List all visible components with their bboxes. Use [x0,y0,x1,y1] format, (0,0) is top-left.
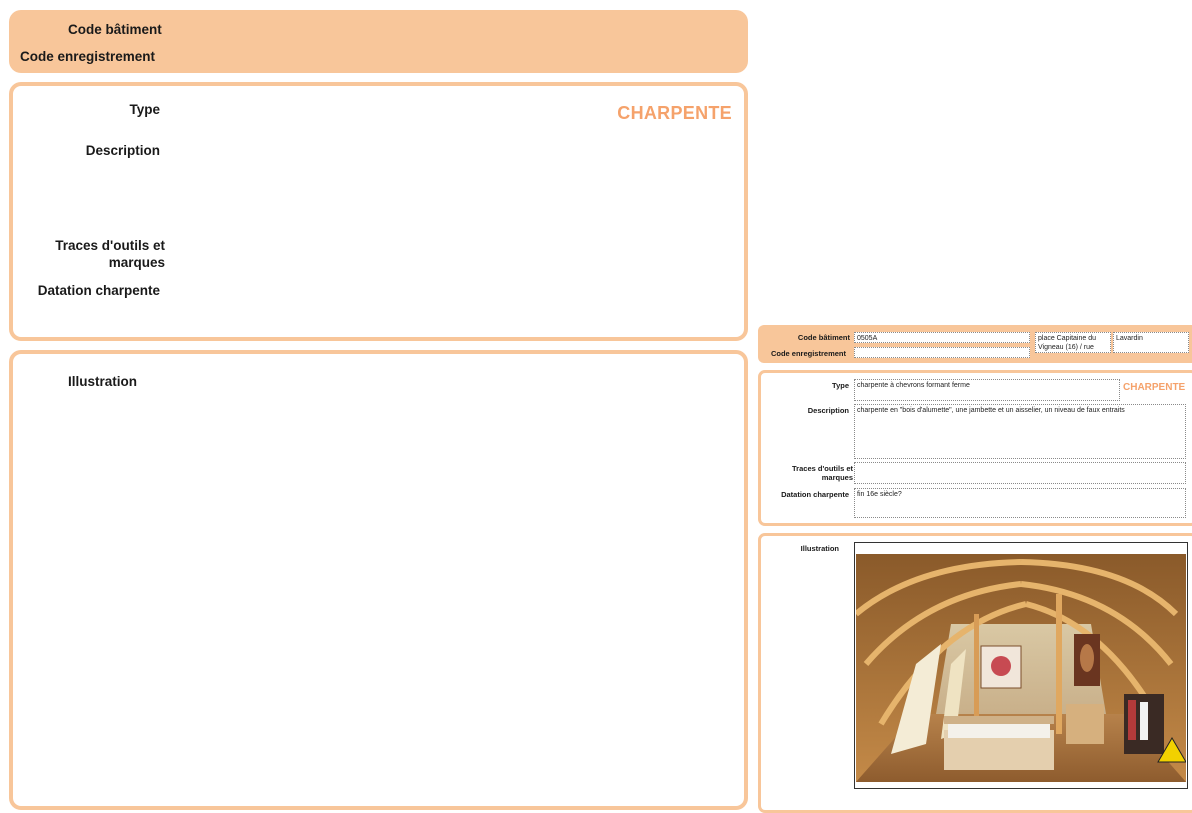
template-illustration-panel: Illustration [9,350,748,810]
filled-code-enregistrement-label: Code enregistrement [770,349,846,358]
filled-type-label: Type [832,381,849,390]
filled-traces-label-line2: marques [821,473,853,482]
filled-description-label: Description [807,406,849,415]
code-enregistrement-field[interactable] [854,347,1030,358]
address-field[interactable]: place Capitaine du Vigneau (16) / rue [1035,332,1111,353]
template-datation-label: Datation charpente [37,283,160,298]
filled-illustration-panel: Illustration [758,533,1192,813]
description-field[interactable]: charpente en "bois d'alumette", une jamb… [854,404,1186,459]
filled-code-batiment-label: Code bâtiment [797,333,850,342]
commune-field[interactable]: Lavardin [1113,332,1189,353]
template-illustration-label: Illustration [68,374,138,389]
filled-traces-label: Traces d'outils et marques [761,464,853,482]
traces-field[interactable] [854,462,1186,484]
template-description-label: Description [85,143,160,158]
filled-details-panel: Type charpente à chevrons formant ferme … [758,370,1192,526]
filled-category-title: CHARPENTE [1123,382,1186,393]
template-traces-label-line2: marques [108,255,165,270]
template-code-batiment-label: Code bâtiment [68,22,162,37]
illustration-frame[interactable] [854,542,1188,789]
template-traces-label-line1: Traces d'outils et [55,238,165,253]
template-code-enregistrement-label: Code enregistrement [20,49,156,64]
filled-traces-label-line1: Traces d'outils et [792,464,853,473]
datation-field[interactable]: fin 16e siècle? [854,488,1186,518]
template-traces-label: Traces d'outils et marques [5,237,165,271]
code-batiment-field[interactable]: 0505A [854,332,1030,343]
type-field[interactable]: charpente à chevrons formant ferme [854,379,1120,401]
template-category-title: CHARPENTE [617,103,732,123]
template-header-band: Code bâtiment Code enregistrement [9,10,748,73]
template-type-label: Type [129,102,160,117]
filled-illustration-label: Illustration [800,544,839,553]
filled-header-band: Code bâtiment 0505A place Capitaine du V… [758,325,1192,363]
template-details-panel: Type CHARPENTE Description Traces d'outi… [9,82,748,341]
attic-bedroom-photo-icon [856,554,1186,782]
filled-datation-label: Datation charpente [781,490,849,499]
